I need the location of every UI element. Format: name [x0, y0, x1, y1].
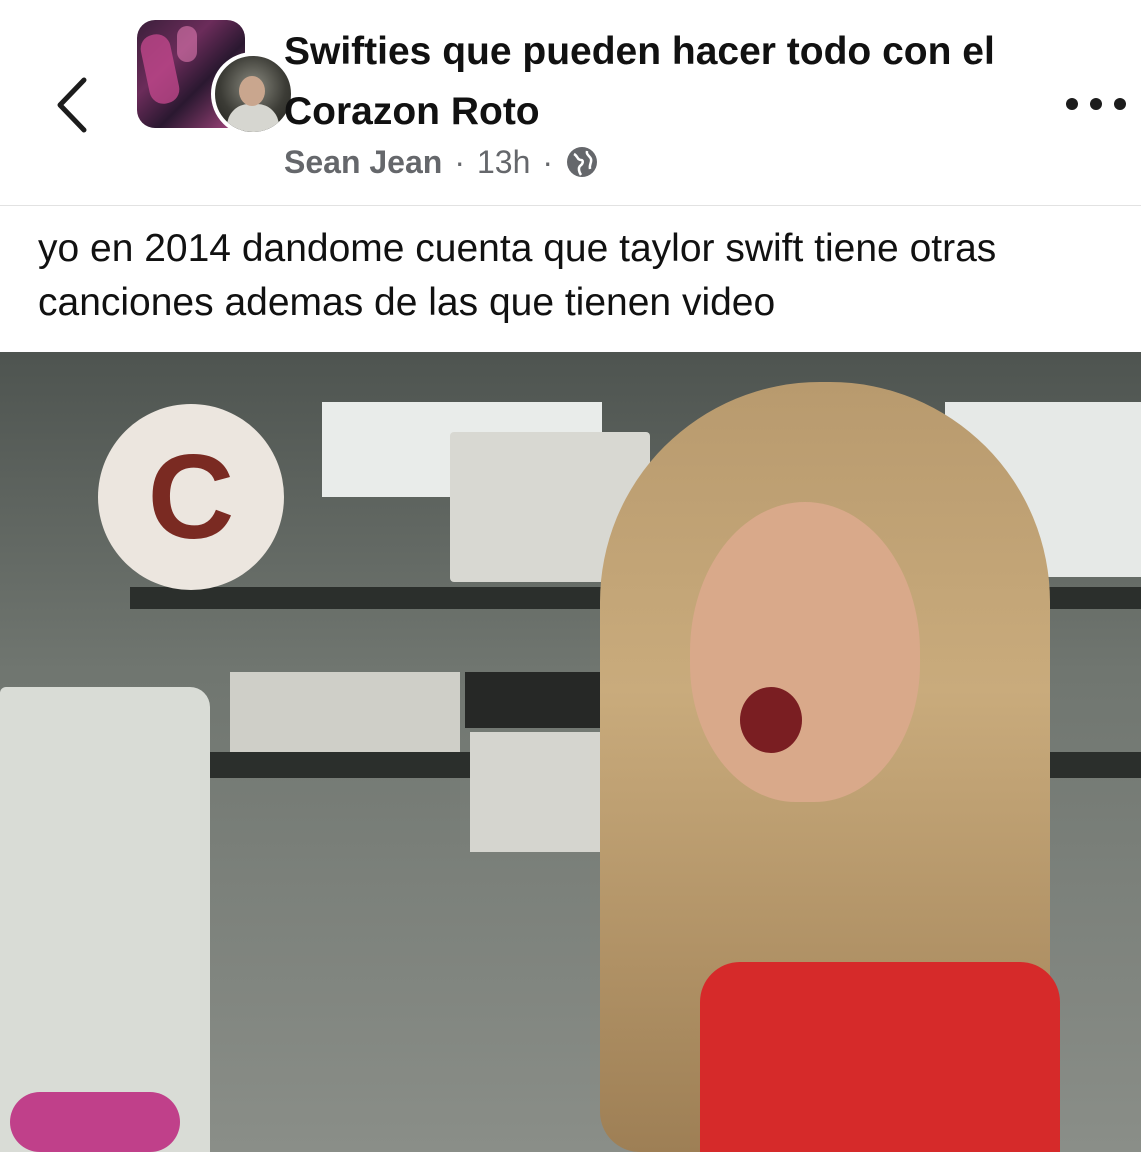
group-avatar[interactable]: [137, 20, 295, 136]
author-avatar[interactable]: [211, 52, 295, 136]
globe-icon: [567, 147, 598, 177]
author-name[interactable]: Sean Jean: [284, 144, 442, 181]
post-caption: yo en 2014 dandome cuenta que taylor swi…: [38, 227, 997, 324]
post-time[interactable]: 13h: [477, 144, 530, 181]
post-image[interactable]: C: [0, 352, 1141, 1152]
post-meta: Sean Jean · 13h ·: [284, 140, 599, 184]
post-header: Swifties que pueden hacer todo con el Co…: [0, 0, 1141, 205]
chevron-left-icon: [57, 77, 87, 133]
image-logo: C: [98, 404, 284, 590]
more-options-button[interactable]: [1066, 86, 1126, 122]
group-name[interactable]: Swifties que pueden hacer todo con el Co…: [284, 22, 1044, 142]
meta-separator: ·: [542, 143, 554, 180]
more-options-icon: [1066, 98, 1078, 110]
meta-separator: ·: [454, 143, 465, 180]
divider: [0, 205, 1141, 206]
more-options-icon: [1114, 98, 1126, 110]
back-button[interactable]: [48, 70, 98, 140]
more-options-icon: [1090, 98, 1102, 110]
